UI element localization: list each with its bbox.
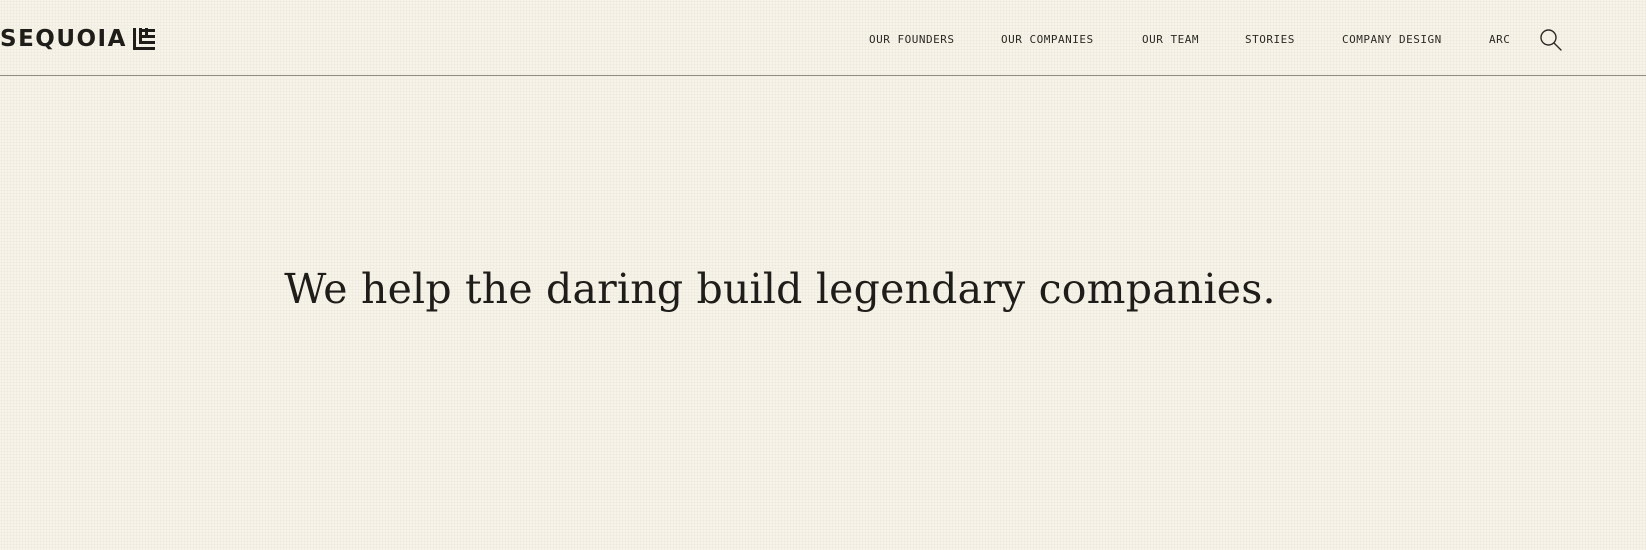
site-header: SEQUOIA OUR FOUNDERS OUR COMPANIES OUR T… <box>0 0 1646 76</box>
nav-item-company-design[interactable]: COMPANY DESIGN <box>1342 33 1442 47</box>
nav-item-stories[interactable]: STORIES <box>1245 33 1295 47</box>
nav-item-our-team[interactable]: OUR TEAM <box>1142 33 1199 47</box>
search-icon <box>1540 29 1562 51</box>
main-nav: OUR FOUNDERS OUR COMPANIES OUR TEAM STOR… <box>0 0 1646 76</box>
nav-item-arc[interactable]: ARC <box>1489 33 1510 47</box>
hero-section: We help the daring build legendary compa… <box>0 76 1646 550</box>
nav-item-our-companies[interactable]: OUR COMPANIES <box>1001 33 1094 47</box>
hero-headline: We help the daring build legendary compa… <box>284 265 1276 313</box>
nav-item-our-founders[interactable]: OUR FOUNDERS <box>869 33 954 47</box>
page: SEQUOIA OUR FOUNDERS OUR COMPANIES OUR T… <box>0 0 1646 550</box>
search-button[interactable] <box>1538 27 1564 53</box>
